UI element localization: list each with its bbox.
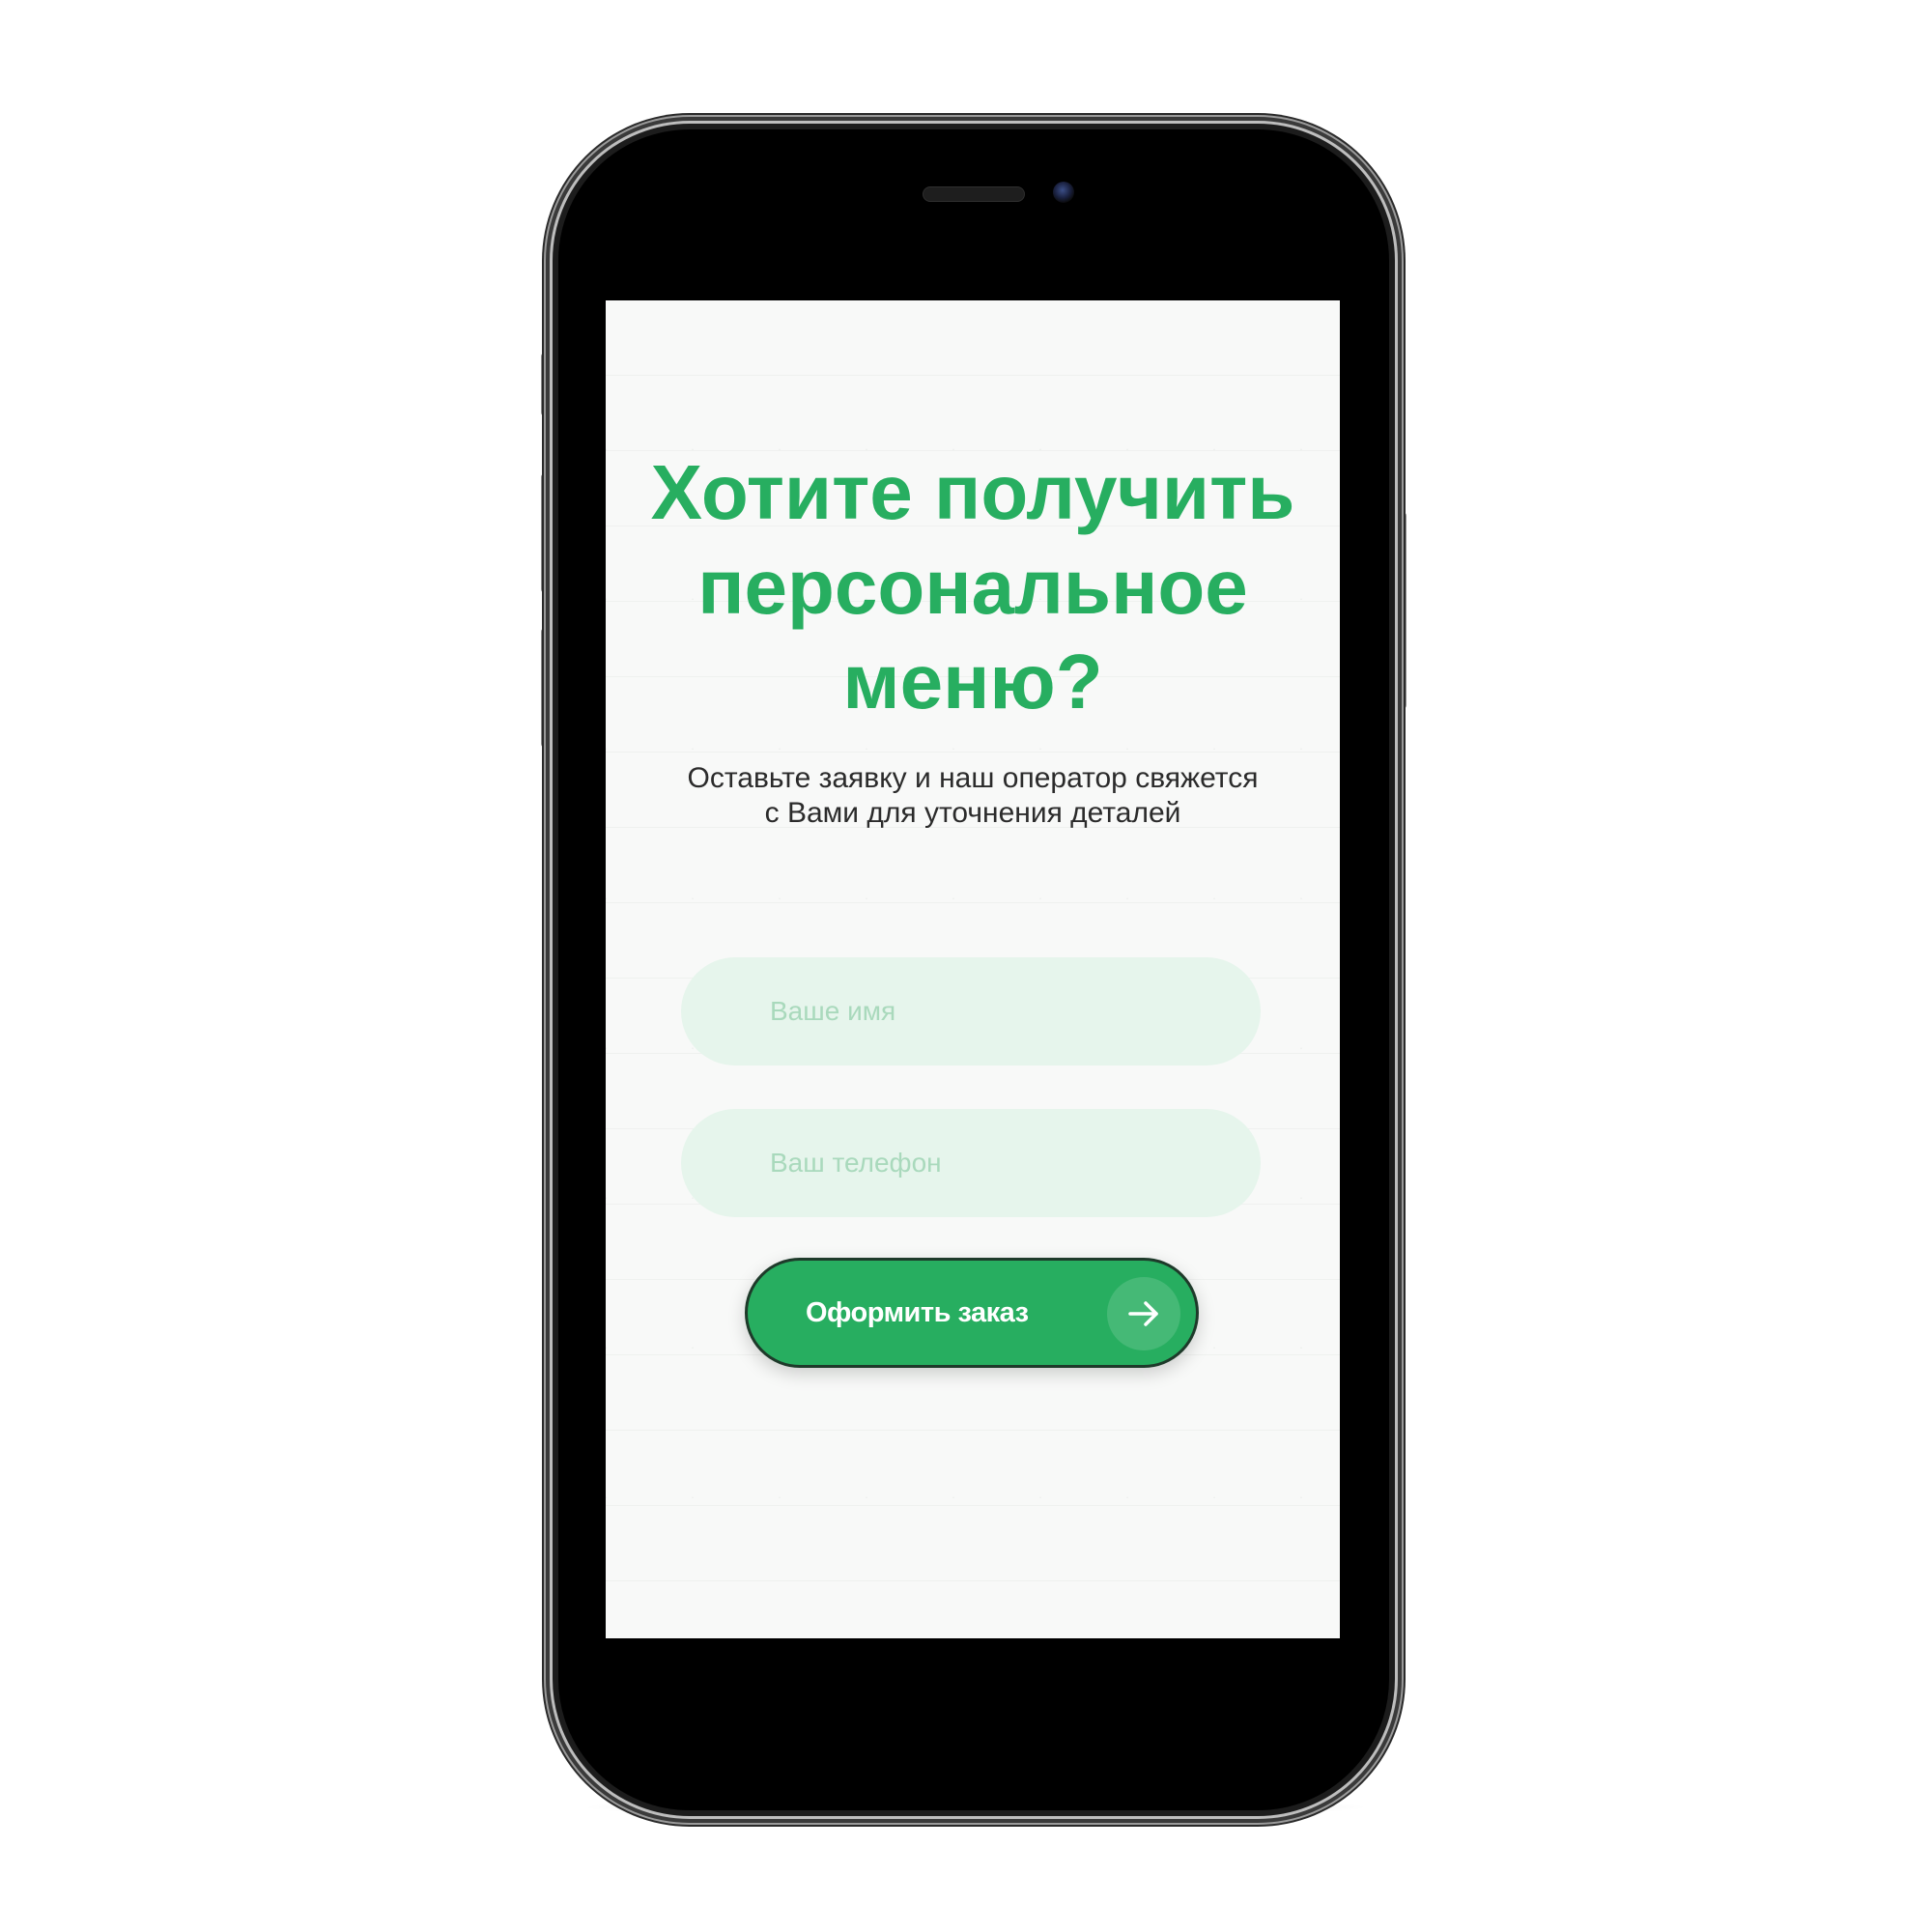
name-field[interactable] xyxy=(681,957,1261,1065)
headline-line-3: меню? xyxy=(842,639,1103,724)
phone-screen: Хотите получить персональное меню? Остав… xyxy=(606,300,1340,1638)
submit-order-label: Оформить заказ xyxy=(806,1297,1029,1328)
volume-up-button xyxy=(541,473,553,593)
volume-down-button xyxy=(541,628,553,748)
power-button xyxy=(1395,512,1406,709)
arrow-right-icon-glyph xyxy=(1128,1301,1158,1326)
phone-input[interactable] xyxy=(770,1134,1234,1192)
phone-field[interactable] xyxy=(681,1109,1261,1217)
name-input[interactable] xyxy=(770,982,1234,1040)
silent-switch xyxy=(541,353,553,416)
page-title: Хотите получить персональное меню? xyxy=(606,445,1340,729)
front-camera-icon xyxy=(1053,182,1074,203)
headline-line-1: Хотите получить xyxy=(650,449,1295,535)
device-mockup: Хотите получить персональное меню? Остав… xyxy=(0,0,1932,1932)
submit-order-button[interactable]: Оформить заказ xyxy=(745,1258,1199,1368)
headline-line-2: персональное xyxy=(697,544,1248,630)
arrow-right-icon xyxy=(1107,1277,1180,1350)
subtitle-line-1: Оставьте заявку и наш оператор свяжется xyxy=(687,762,1259,794)
subtitle: Оставьте заявку и наш оператор свяжется … xyxy=(606,761,1340,831)
subtitle-line-2: с Вами для уточнения деталей xyxy=(764,797,1181,829)
speaker-grille xyxy=(923,186,1025,202)
